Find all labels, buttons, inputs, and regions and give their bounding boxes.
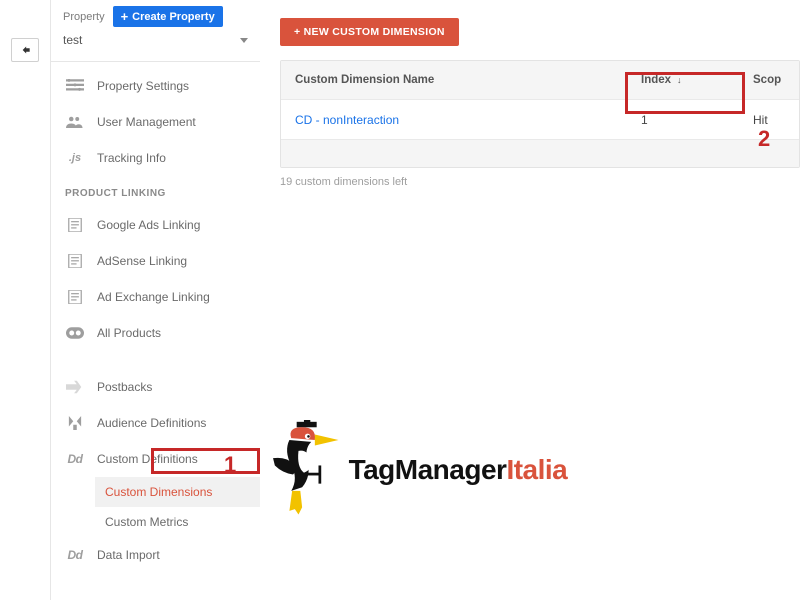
document-icon	[65, 253, 85, 269]
back-arrow-icon	[18, 43, 32, 57]
dimension-name-link[interactable]: CD - nonInteraction	[281, 113, 631, 127]
table-row: CD - nonInteraction 1 Hit	[281, 99, 799, 139]
sidebar-item-label: Custom Definitions	[97, 452, 198, 466]
sidebar-subitem-custom-dimensions[interactable]: Custom Dimensions	[95, 477, 260, 507]
dimension-scope-cell: Hit	[743, 113, 783, 127]
remaining-dimensions-text: 19 custom dimensions left	[280, 176, 800, 188]
selected-property-name: test	[63, 33, 82, 47]
dimensions-table: Custom Dimension Name Index ↓ Scop CD - …	[280, 60, 800, 168]
logo-text: TagManagerItalia	[349, 454, 568, 486]
sidebar-item-audience-definitions[interactable]: Audience Definitions	[51, 405, 260, 441]
new-custom-dimension-button[interactable]: + NEW CUSTOM DIMENSION	[280, 18, 459, 46]
property-label: Property	[63, 11, 105, 23]
audience-icon	[65, 415, 85, 431]
sidebar-item-label: Audience Definitions	[97, 416, 206, 430]
chevron-down-icon	[240, 38, 248, 43]
sidebar-item-label: All Products	[97, 326, 161, 340]
sidebar-item-ad-exchange-linking[interactable]: Ad Exchange Linking	[51, 279, 260, 315]
woodpecker-icon	[269, 420, 347, 520]
plus-icon: +	[121, 10, 129, 23]
sidebar-item-adsense-linking[interactable]: AdSense Linking	[51, 243, 260, 279]
annotation-1: 1	[224, 452, 236, 478]
sort-down-icon: ↓	[677, 75, 682, 85]
table-footer	[281, 139, 799, 167]
logo-brand-a: TagManager	[349, 454, 507, 485]
table-header: Custom Dimension Name Index ↓ Scop	[281, 61, 799, 99]
column-header-name[interactable]: Custom Dimension Name	[281, 74, 631, 86]
back-button[interactable]	[11, 38, 39, 62]
sidebar-item-label: Google Ads Linking	[97, 218, 200, 232]
users-icon	[65, 114, 85, 130]
sidebar-item-tracking-info[interactable]: .js Tracking Info	[51, 140, 260, 176]
document-icon	[65, 217, 85, 233]
dimension-index-cell: 1	[631, 113, 743, 127]
sidebar-item-data-import[interactable]: Dd Data Import	[51, 537, 260, 573]
section-header-product-linking: PRODUCT LINKING	[51, 176, 260, 207]
divider	[51, 61, 260, 62]
column-header-index-label: Index	[641, 74, 671, 86]
tagmanageritalia-logo: TagManagerItalia	[269, 420, 568, 520]
sidebar-item-label: User Management	[97, 115, 196, 129]
sidebar-item-user-management[interactable]: User Management	[51, 104, 260, 140]
create-property-label: Create Property	[132, 11, 215, 23]
dd-icon: Dd	[65, 451, 85, 467]
sidebar: Property + Create Property test Property…	[50, 0, 260, 600]
sidebar-item-label: Data Import	[97, 548, 160, 562]
sidebar-item-label: AdSense Linking	[97, 254, 187, 268]
logo-brand-b: Italia	[506, 454, 567, 485]
sidebar-item-label: Postbacks	[97, 380, 152, 394]
sidebar-item-postbacks[interactable]: Postbacks	[51, 369, 260, 405]
settings-list-icon	[65, 78, 85, 94]
document-icon	[65, 289, 85, 305]
postback-icon	[65, 379, 85, 395]
sidebar-item-label: Property Settings	[97, 79, 189, 93]
column-header-scope[interactable]: Scop	[743, 74, 783, 86]
tracking-icon: .js	[65, 150, 85, 166]
sidebar-subitem-custom-metrics[interactable]: Custom Metrics	[95, 507, 260, 537]
sidebar-item-label: Tracking Info	[97, 151, 166, 165]
sidebar-item-google-ads-linking[interactable]: Google Ads Linking	[51, 207, 260, 243]
new-button-label: + NEW CUSTOM DIMENSION	[294, 26, 445, 38]
sidebar-item-all-products[interactable]: All Products	[51, 315, 260, 351]
sidebar-item-property-settings[interactable]: Property Settings	[51, 68, 260, 104]
property-selector[interactable]: test	[51, 29, 260, 57]
column-header-index[interactable]: Index ↓	[631, 74, 743, 86]
create-property-button[interactable]: + Create Property	[113, 6, 223, 27]
annotation-2: 2	[758, 126, 770, 152]
sidebar-item-label: Ad Exchange Linking	[97, 290, 210, 304]
dd-icon: Dd	[65, 547, 85, 563]
link-icon	[65, 325, 85, 341]
